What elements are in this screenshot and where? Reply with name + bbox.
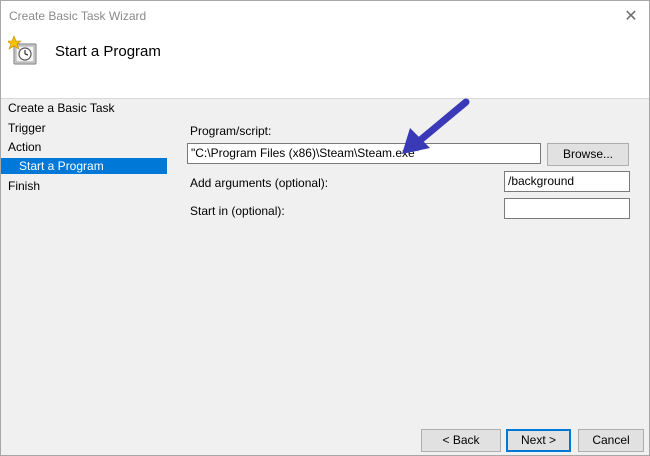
task-scheduler-clock-icon	[8, 35, 37, 65]
close-button[interactable]: ✕	[617, 3, 645, 29]
close-icon: ✕	[624, 8, 638, 25]
step-create-basic-task[interactable]: Create a Basic Task	[1, 100, 167, 116]
browse-button[interactable]: Browse...	[547, 143, 629, 166]
program-script-input[interactable]: "C:\Program Files (x86)\Steam\Steam.exe"	[187, 143, 541, 164]
program-script-label: Program/script:	[190, 124, 272, 138]
step-start-a-program[interactable]: Start a Program	[1, 158, 167, 174]
step-finish[interactable]: Finish	[1, 178, 167, 194]
back-button[interactable]: < Back	[421, 429, 501, 452]
annotation-arrow-icon	[402, 98, 470, 154]
next-button[interactable]: Next >	[506, 429, 571, 452]
wizard-steps-sidebar: Create a Basic Task Trigger Action Start…	[1, 100, 171, 420]
step-trigger[interactable]: Trigger	[1, 120, 167, 136]
arguments-label: Add arguments (optional):	[190, 176, 329, 190]
wizard-window: Create Basic Task Wizard ✕ Start a Progr…	[0, 0, 650, 456]
arguments-input[interactable]: /background	[504, 171, 630, 192]
title-bar[interactable]: Create Basic Task Wizard ✕	[1, 1, 649, 31]
step-action[interactable]: Action	[1, 139, 167, 155]
cancel-button[interactable]: Cancel	[578, 429, 644, 452]
start-in-label: Start in (optional):	[190, 204, 285, 218]
start-in-input[interactable]	[504, 198, 630, 219]
wizard-header: Start a Program	[1, 31, 649, 99]
window-title: Create Basic Task Wizard	[9, 9, 147, 23]
page-title: Start a Program	[55, 43, 161, 60]
